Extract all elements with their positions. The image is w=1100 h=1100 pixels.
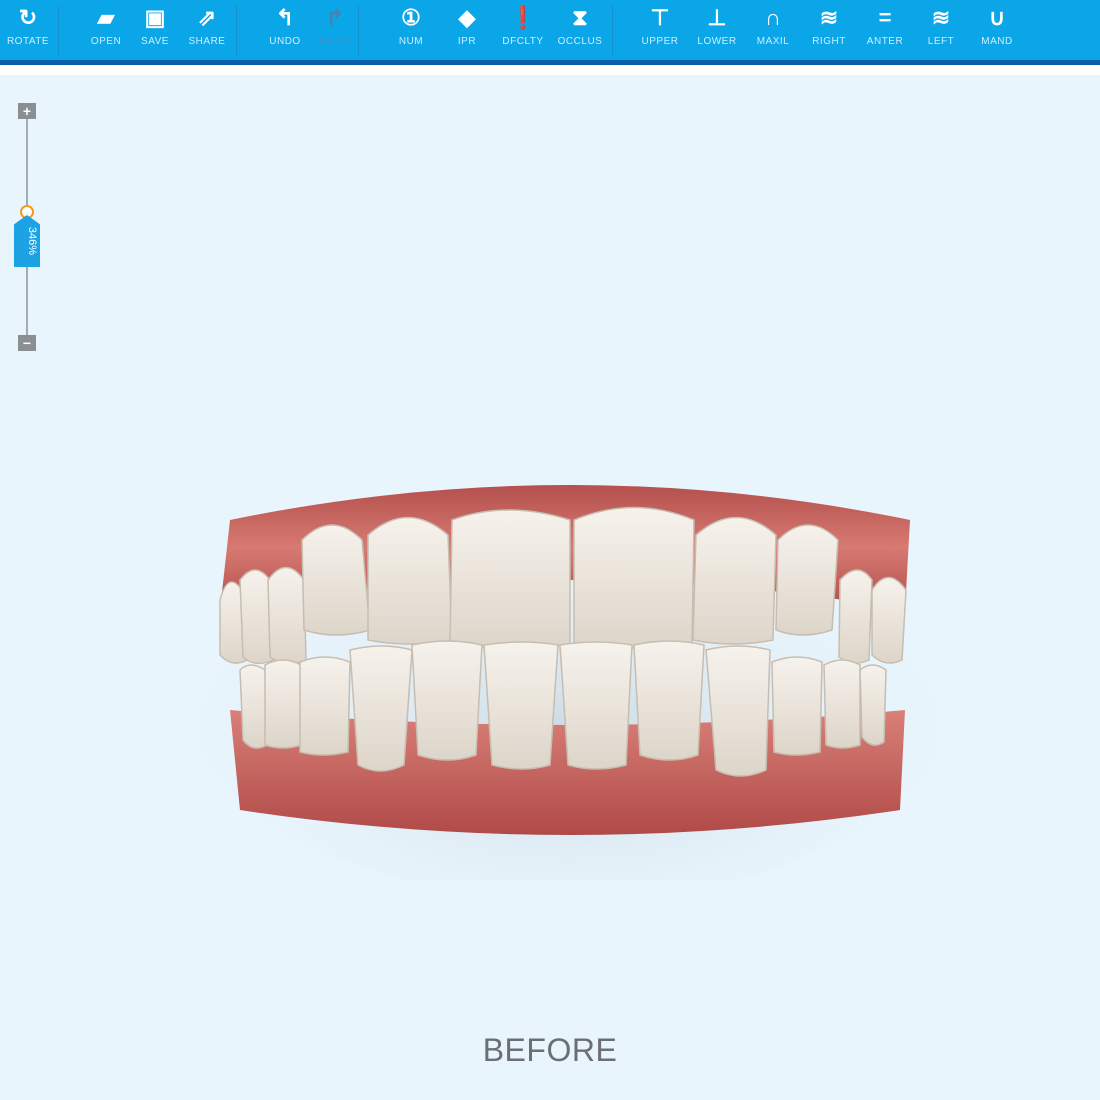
upper-jaw-icon: ⊤ [650, 5, 670, 30]
toolbar-button-left[interactable]: ≋ LEFT [915, 0, 967, 60]
zoom-out-button[interactable]: − [18, 335, 36, 351]
right-view-icon: ≋ [819, 5, 839, 30]
rotate-icon: ↻ [18, 5, 38, 30]
maxillary-arch-icon: ∩ [765, 5, 781, 30]
toolbar-button-label: UNDO [269, 36, 301, 47]
zoom-slider[interactable]: + 346% − [14, 103, 40, 351]
toolbar-button-label: IPR [457, 36, 477, 47]
before-caption: BEFORE [482, 1032, 618, 1068]
toolbar-button-label: OPEN [90, 36, 122, 47]
toolbar-button-label: REDO [319, 36, 351, 47]
toolbar-separator [612, 6, 613, 56]
diamond-icon: ◆ [458, 5, 476, 30]
toolbar-button-num[interactable]: ① NUM [385, 0, 437, 60]
toolbar-button-dfclty[interactable]: ❗ DFCLTY [497, 0, 549, 60]
left-view-icon: ≋ [931, 5, 951, 30]
toolbar: ↻ ROTATE ▰ OPEN ▣ SAVE ⇗ SHARE ↰ UNDO ↱ REDO ① NUM ◆ IP… [0, 0, 1100, 65]
occlusion-triangles-icon: ⧗ [572, 5, 588, 30]
redo-arrow-icon: ↱ [325, 5, 345, 30]
lower-jaw-icon: ⊥ [707, 5, 727, 30]
toolbar-divider [0, 65, 1100, 75]
toolbar-button-redo[interactable]: ↱ REDO [309, 0, 361, 60]
toolbar-button-label: UPPER [641, 36, 679, 47]
undo-arrow-icon: ↰ [275, 5, 295, 30]
number-circle-icon: ① [401, 5, 421, 30]
toolbar-button-save[interactable]: ▣ SAVE [129, 0, 181, 60]
toolbar-button-label: DFCLTY [502, 36, 544, 47]
toolbar-button-lower[interactable]: ⊥ LOWER [691, 0, 743, 60]
toolbar-button-label: SHARE [188, 36, 226, 47]
toolbar-button-rotate[interactable]: ↻ ROTATE [2, 0, 54, 60]
share-icon: ⇗ [197, 5, 217, 30]
zoom-handle[interactable]: 346% [14, 205, 40, 269]
toolbar-button-occlus[interactable]: ⧗ OCCLUS [554, 0, 606, 60]
toolbar-button-label: SAVE [141, 36, 169, 47]
toolbar-button-anter[interactable]: = ANTER [859, 0, 911, 60]
toolbar-button-share[interactable]: ⇗ SHARE [181, 0, 233, 60]
toolbar-button-label: NUM [398, 36, 424, 47]
toolbar-button-undo[interactable]: ↰ UNDO [259, 0, 311, 60]
floppy-disk-icon: ▣ [144, 5, 166, 30]
toolbar-button-maxil[interactable]: ∩ MAXIL [747, 0, 799, 60]
anterior-view-icon: = [878, 5, 892, 30]
toolbar-button-open[interactable]: ▰ OPEN [80, 0, 132, 60]
toolbar-button-ipr[interactable]: ◆ IPR [441, 0, 493, 60]
mandibular-arch-icon: ∪ [988, 5, 1006, 30]
toolbar-button-label: LOWER [697, 36, 737, 47]
toolbar-button-label: RIGHT [812, 36, 846, 47]
toolbar-button-label: ROTATE [6, 36, 50, 47]
toolbar-button-mand[interactable]: ∪ MAND [971, 0, 1023, 60]
toolbar-button-label: OCCLUS [557, 36, 603, 47]
toolbar-separator [58, 6, 59, 56]
zoom-in-button[interactable]: + [18, 103, 36, 119]
toolbar-button-label: LEFT [927, 36, 955, 47]
toolbar-button-upper[interactable]: ⊤ UPPER [634, 0, 686, 60]
zoom-value: 346% [26, 226, 39, 256]
folder-open-icon: ▰ [97, 5, 115, 30]
toolbar-button-label: MAXIL [756, 36, 790, 47]
toolbar-separator [358, 6, 359, 56]
3d-teeth-viewer[interactable] [190, 440, 950, 900]
exclamation-circle-icon: ❗ [509, 5, 537, 30]
toolbar-button-label: MAND [981, 36, 1013, 47]
toolbar-button-right[interactable]: ≋ RIGHT [803, 0, 855, 60]
toolbar-button-label: ANTER [866, 36, 904, 47]
toolbar-separator [236, 6, 237, 56]
